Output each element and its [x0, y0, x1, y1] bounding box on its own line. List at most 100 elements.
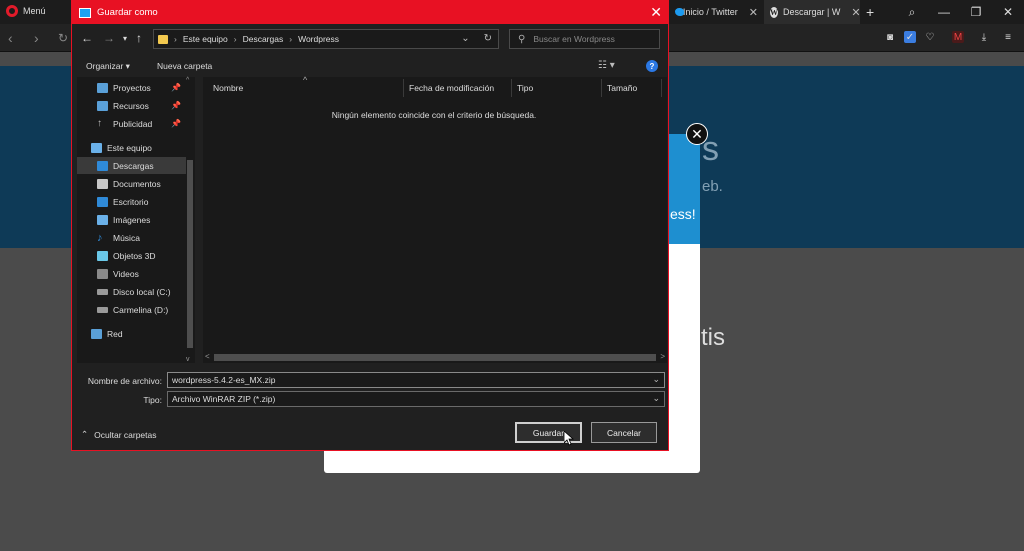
twitter-icon	[674, 7, 684, 17]
search-tabs-icon[interactable]: ⌕	[896, 0, 928, 24]
extension-icon[interactable]: M	[952, 31, 964, 43]
network-icon	[91, 328, 102, 339]
pin-icon[interactable]: 📌	[171, 119, 181, 128]
nav-label: Proyectos	[113, 82, 151, 93]
search-input[interactable]	[533, 34, 654, 44]
column-divider[interactable]	[601, 79, 602, 97]
videos-icon	[97, 268, 108, 279]
forward-arrow-icon[interactable]: →	[103, 31, 115, 45]
nav-item-recursos[interactable]: Recursos 📌	[77, 97, 189, 114]
back-icon[interactable]: ‹	[8, 30, 13, 46]
menu-label: Menú	[23, 6, 46, 16]
tab-close-icon[interactable]: ✕	[749, 6, 758, 19]
dialog-toolbar: Organizar ▾ Nueva carpeta ☷ ▾ ?	[72, 57, 668, 77]
tab-label: Inicio / Twitter	[682, 7, 738, 17]
recent-dropdown-icon[interactable]: ▾	[123, 34, 127, 43]
new-folder-button[interactable]: Nueva carpeta	[157, 61, 212, 71]
back-arrow-icon[interactable]: ←	[81, 31, 93, 45]
save-as-dialog: Guardar como ✕ ← → ▾ ↑ › Este equipo › D…	[71, 0, 669, 451]
breadcrumb-wordpress[interactable]: Wordpress	[298, 34, 339, 44]
tab-twitter[interactable]: Inicio / Twitter ✕	[668, 0, 764, 24]
chevron-down-icon[interactable]: ⌄	[652, 374, 660, 385]
wordpress-icon: W	[770, 6, 778, 18]
nav-item-escritorio[interactable]: Escritorio	[77, 193, 189, 210]
search-field[interactable]: ⚲	[509, 29, 660, 49]
filename-field[interactable]: wordpress-5.4.2-es_MX.zip ⌄	[167, 372, 665, 388]
organize-button[interactable]: Organizar ▾	[86, 61, 130, 72]
folder-icon	[158, 34, 168, 44]
nav-item-proyectos[interactable]: Proyectos 📌	[77, 79, 189, 96]
pictures-icon	[97, 214, 108, 225]
nav-item-documentos[interactable]: Documentos	[77, 175, 189, 192]
easy-setup-icon[interactable]: ≡	[1002, 31, 1014, 43]
restore-icon[interactable]: ❐	[960, 0, 992, 24]
heart-icon[interactable]: ♡	[924, 31, 936, 43]
pin-icon[interactable]: 📌	[171, 83, 181, 92]
nav-label: Descargas	[113, 160, 154, 171]
file-list-pane: ^ Nombre Fecha de modificación Tipo Tama…	[203, 75, 667, 363]
type-label: Tipo:	[143, 395, 162, 405]
horizontal-scrollbar[interactable]: < >	[203, 352, 667, 363]
nav-item-este-equipo[interactable]: Este equipo	[77, 139, 189, 156]
tab-wordpress[interactable]: W Descargar | W ✕	[764, 0, 860, 24]
nav-label: Disco local (C:)	[113, 286, 171, 297]
page-tagline-fragment: ess!	[670, 206, 696, 222]
column-date-modified[interactable]: Fecha de modificación	[409, 77, 494, 99]
scroll-up-icon[interactable]: ^	[186, 77, 189, 84]
breadcrumb-separator: ›	[233, 34, 237, 44]
nav-item-musica[interactable]: ♪ Música	[77, 229, 189, 246]
vpn-shield-icon[interactable]: ✓	[904, 31, 916, 43]
breadcrumb-descargas[interactable]: Descargas	[243, 34, 284, 44]
opera-menu-button[interactable]: Menú	[6, 5, 46, 17]
documents-icon	[97, 178, 108, 189]
nav-label: Documentos	[113, 178, 161, 189]
hide-folders-toggle[interactable]: ⌃ Ocultar carpetas	[81, 429, 157, 440]
column-divider[interactable]	[403, 79, 404, 97]
new-tab-button[interactable]: +	[860, 0, 880, 24]
download-icon[interactable]: ⤓	[978, 31, 990, 43]
modal-close-button[interactable]: ✕	[686, 123, 708, 145]
scroll-down-icon[interactable]: v	[186, 356, 190, 363]
address-bar[interactable]: › Este equipo › Descargas › Wordpress ⌄ …	[153, 29, 499, 49]
column-size[interactable]: Tamaño	[607, 77, 637, 99]
cancel-button[interactable]: Cancelar	[591, 422, 657, 443]
page-text-fragment: tis	[701, 324, 725, 351]
refresh-icon[interactable]: ↻	[484, 33, 492, 44]
nav-scrollbar[interactable]: ^ v	[186, 77, 194, 363]
chevron-down-icon[interactable]: ⌄	[652, 393, 660, 404]
column-name[interactable]: Nombre	[213, 77, 243, 99]
column-type[interactable]: Tipo	[517, 77, 533, 99]
nav-item-disco-local[interactable]: Disco local (C:)	[77, 283, 189, 300]
help-icon[interactable]: ?	[646, 60, 658, 72]
scroll-left-icon[interactable]: <	[205, 352, 210, 361]
nav-item-red[interactable]: Red	[77, 325, 189, 342]
scroll-thumb[interactable]	[187, 160, 193, 348]
filename-value[interactable]: wordpress-5.4.2-es_MX.zip	[172, 375, 275, 385]
column-divider[interactable]	[511, 79, 512, 97]
view-options-icon[interactable]: ☷ ▾	[598, 60, 615, 71]
nav-item-publicidad[interactable]: ↑ Publicidad 📌	[77, 115, 189, 132]
nav-label: Carmelina (D:)	[113, 304, 169, 315]
column-divider[interactable]	[661, 79, 662, 97]
reload-icon[interactable]: ↻	[58, 31, 68, 45]
dialog-close-icon[interactable]: ✕	[650, 4, 662, 21]
tab-close-icon[interactable]: ✕	[851, 6, 860, 19]
minimize-icon[interactable]: —	[928, 0, 960, 24]
objects-3d-icon	[97, 250, 108, 261]
nav-item-imagenes[interactable]: Imágenes	[77, 211, 189, 228]
file-type-select[interactable]: Archivo WinRAR ZIP (*.zip) ⌄	[167, 391, 665, 407]
nav-item-objetos-3d[interactable]: Objetos 3D	[77, 247, 189, 264]
music-icon: ♪	[97, 231, 103, 244]
up-arrow-icon[interactable]: ↑	[136, 31, 142, 45]
forward-icon[interactable]: ›	[34, 30, 39, 46]
chevron-down-icon[interactable]: ⌄	[461, 33, 469, 44]
scroll-thumb[interactable]	[214, 354, 656, 361]
scroll-right-icon[interactable]: >	[660, 352, 665, 361]
nav-item-descargas[interactable]: Descargas	[77, 157, 189, 174]
camera-icon[interactable]: ◙	[884, 31, 896, 43]
close-window-icon[interactable]: ✕	[992, 0, 1024, 24]
nav-item-carmelina[interactable]: Carmelina (D:)	[77, 301, 189, 318]
pin-icon[interactable]: 📌	[171, 101, 181, 110]
nav-item-videos[interactable]: Videos	[77, 265, 189, 282]
breadcrumb-este-equipo[interactable]: Este equipo	[183, 34, 228, 44]
